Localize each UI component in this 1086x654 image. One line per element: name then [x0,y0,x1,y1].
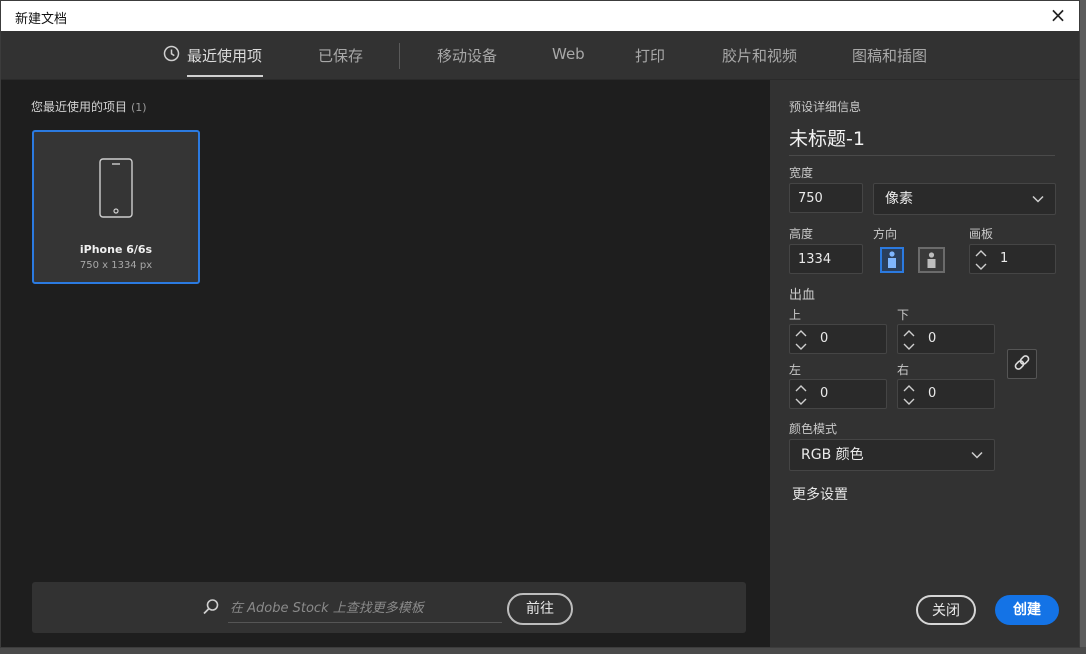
background-strip [1079,0,1086,654]
chevron-down-icon [1032,195,1044,203]
bleed-label: 出血 [789,288,816,303]
color-mode-label: 颜色模式 [789,422,838,436]
link-icon [1014,355,1030,370]
preset-details-panel: 预设详细信息 未标题-1 宽度 750 像素 高度 1334 方向 画板 1 出… [770,80,1079,647]
preset-card-iphone[interactable]: iPhone 6/6s 750 x 1334 px [32,130,200,284]
artboards-input[interactable]: 1 [969,244,1056,274]
window-title: 新建文档 [15,12,68,27]
landscape-icon [927,252,936,268]
height-value: 1334 [798,252,832,267]
orientation-label: 方向 [873,227,898,241]
color-mode-value: RGB 颜色 [801,447,864,463]
active-tab-indicator [187,75,263,77]
document-name-field[interactable]: 未标题-1 [789,124,1055,156]
stepper-arrows-icon[interactable] [970,245,992,275]
bleed-bottom-value: 0 [928,331,937,346]
tab-web[interactable]: Web [552,45,585,63]
tab-divider [399,43,400,69]
stepper-arrows-icon[interactable] [898,325,920,355]
preset-name: iPhone 6/6s [79,243,153,256]
stepper-arrows-icon[interactable] [898,380,920,410]
bleed-right-label: 右 [897,363,910,377]
clock-icon [163,45,180,62]
search-icon [203,599,219,615]
title-bar: 新建文档 × [1,1,1079,31]
stock-search-input[interactable] [228,594,502,623]
close-button[interactable]: 关闭 [916,595,976,625]
stepper-arrows-icon[interactable] [790,325,812,355]
recent-items-area: 您最近使用的项目(1) iPhone 6/6s 750 x 1334 px 前往 [1,80,769,647]
recent-items-label: 您最近使用的项目 [31,100,128,114]
landscape-orientation-button[interactable] [918,247,945,273]
more-settings-link[interactable]: 更多设置 [792,484,848,504]
new-document-dialog: 新建文档 × 最近使用项 已保存 移动设备 Web 打印 胶片和视频 图稿和插图… [0,0,1080,648]
color-mode-dropdown[interactable]: RGB 颜色 [789,439,995,471]
tab-print[interactable]: 打印 [635,45,665,66]
preset-details-title: 预设详细信息 [789,100,862,114]
width-value: 750 [798,191,823,206]
bleed-left-input[interactable]: 0 [789,379,887,409]
artboards-value: 1 [1000,251,1009,266]
unit-dropdown[interactable]: 像素 [873,183,1056,215]
bleed-top-value: 0 [820,331,829,346]
width-label: 宽度 [789,166,814,180]
bleed-left-label: 左 [789,363,802,377]
tab-art-illustration[interactable]: 图稿和插图 [852,45,927,66]
chevron-down-icon [971,451,983,459]
bleed-right-input[interactable]: 0 [897,379,995,409]
background-strip-bottom [0,647,1086,654]
height-input[interactable]: 1334 [789,244,863,274]
bleed-left-value: 0 [820,386,829,401]
stock-search-bar: 前往 [32,582,746,633]
link-bleed-button[interactable] [1007,349,1037,379]
phone-icon [99,158,133,218]
tab-mobile[interactable]: 移动设备 [437,45,497,66]
height-label: 高度 [789,227,814,241]
close-icon[interactable]: × [1045,3,1071,29]
tab-saved[interactable]: 已保存 [318,45,363,66]
artboards-label: 画板 [969,227,994,241]
width-input[interactable]: 750 [789,183,863,213]
recent-items-heading: 您最近使用的项目 (1) [31,98,147,115]
bleed-bottom-label: 下 [897,308,910,322]
tab-film-video[interactable]: 胶片和视频 [722,45,797,66]
preset-size: 750 x 1334 px [79,260,153,271]
portrait-orientation-button[interactable] [880,247,904,273]
bleed-right-value: 0 [928,386,937,401]
recent-items-count: (1) [131,101,147,114]
portrait-icon [888,251,896,268]
tab-recent[interactable]: 最近使用项 [187,45,262,66]
bleed-top-label: 上 [789,308,802,322]
category-tabs: 最近使用项 已保存 移动设备 Web 打印 胶片和视频 图稿和插图 [1,31,1079,80]
create-button[interactable]: 创建 [995,595,1059,625]
bleed-top-input[interactable]: 0 [789,324,887,354]
unit-value: 像素 [885,191,913,207]
bleed-bottom-input[interactable]: 0 [897,324,995,354]
go-button[interactable]: 前往 [507,593,573,625]
stepper-arrows-icon[interactable] [790,380,812,410]
